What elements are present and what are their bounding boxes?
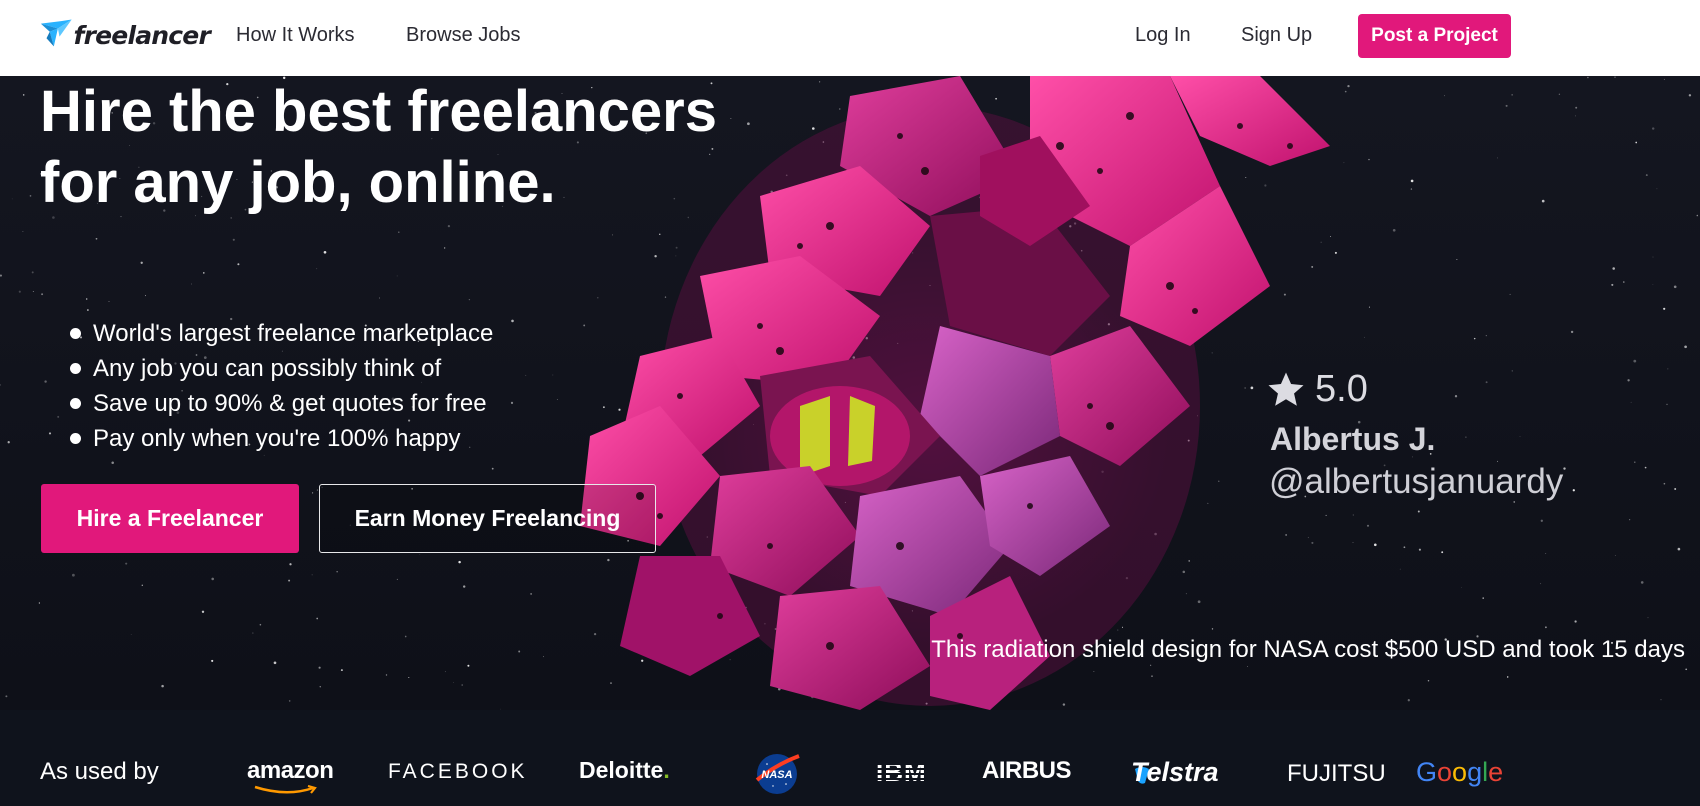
fujitsu-logo: FUJITSU xyxy=(1287,760,1386,787)
login-link[interactable]: Log In xyxy=(1135,24,1191,47)
bullet-dot-icon xyxy=(70,328,81,339)
hero-section: Hire the best freelancers for any job, o… xyxy=(0,76,1700,710)
freelancer-name: Albertus J. xyxy=(1270,421,1436,457)
rating-value: 5.0 xyxy=(1315,368,1368,410)
bullet-dot-icon xyxy=(70,433,81,444)
bullet-dot-icon xyxy=(70,363,81,374)
ibm-stripes-icon xyxy=(876,763,932,780)
earn-money-button[interactable]: Earn Money Freelancing xyxy=(319,484,656,553)
deloitte-logo: Deloitte. xyxy=(579,757,670,784)
star-icon xyxy=(1268,372,1304,406)
google-letter: g xyxy=(1467,757,1483,787)
nav-how-it-works[interactable]: How It Works xyxy=(236,24,355,47)
hero-bullet-list: World's largest freelance marketplace An… xyxy=(70,316,493,456)
top-navigation: freelancer How It Works Browse Jobs Log … xyxy=(0,0,1700,76)
used-by-label: As used by xyxy=(40,758,159,785)
nasa-text: NASA xyxy=(761,769,792,781)
google-letter: G xyxy=(1416,757,1438,787)
telstra-logo: Telstra xyxy=(1131,757,1219,787)
used-by-bar: As used by amazon FACEBOOK Deloitte. NAS… xyxy=(0,710,1700,806)
freelancer-rating: 5.0 xyxy=(1265,368,1368,411)
hero-bullet: Any job you can possibly think of xyxy=(70,351,493,386)
amazon-logo: amazon xyxy=(247,757,334,784)
facebook-logo: FACEBOOK xyxy=(388,760,528,783)
freelancer-logo[interactable]: freelancer xyxy=(40,14,211,56)
hero-bullet: World's largest freelance marketplace xyxy=(70,316,493,351)
google-letter: o xyxy=(1452,757,1468,787)
deloitte-dot: . xyxy=(663,757,670,783)
hero-bullet-text: Any job you can possibly think of xyxy=(93,355,442,382)
nasa-logo: NASA xyxy=(755,754,800,794)
hero-bullet: Save up to 90% & get quotes for free xyxy=(70,386,493,421)
bullet-dot-icon xyxy=(70,398,81,409)
hero-title: Hire the best freelancers for any job, o… xyxy=(40,79,717,215)
hero-bullet-text: World's largest freelance marketplace xyxy=(93,320,494,347)
hero-caption: This radiation shield design for NASA co… xyxy=(931,636,1685,663)
hire-freelancer-button[interactable]: Hire a Freelancer xyxy=(41,484,299,553)
google-logo: Google xyxy=(1416,757,1503,788)
google-letter: e xyxy=(1488,757,1504,787)
logo-text: freelancer xyxy=(73,20,211,50)
freelancer-handle: @albertusjanuardy xyxy=(1269,462,1564,501)
signup-link[interactable]: Sign Up xyxy=(1241,24,1312,47)
hero-bullet: Pay only when you're 100% happy xyxy=(70,421,493,456)
airbus-logo: AIRBUS xyxy=(982,757,1072,784)
deloitte-text: Deloitte xyxy=(579,757,664,783)
hero-bullet-text: Save up to 90% & get quotes for free xyxy=(93,390,487,417)
google-letter: o xyxy=(1437,757,1453,787)
post-project-button[interactable]: Post a Project xyxy=(1358,14,1511,58)
freelancer-bird-icon xyxy=(40,19,72,47)
nav-browse-jobs[interactable]: Browse Jobs xyxy=(406,24,521,47)
hero-bullet-text: Pay only when you're 100% happy xyxy=(93,425,461,452)
amazon-smile-icon xyxy=(254,785,317,794)
